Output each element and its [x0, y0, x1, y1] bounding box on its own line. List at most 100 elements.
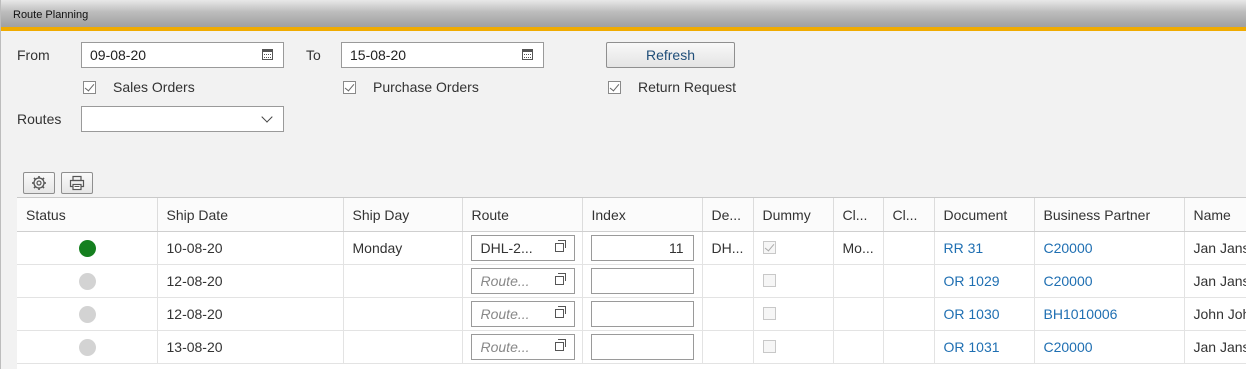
sales-orders-checkbox[interactable]: [83, 81, 96, 94]
cl-1-cell: [833, 297, 884, 331]
status-grey-icon: [79, 305, 96, 323]
ship-date-cell: 12-08-20: [157, 264, 344, 298]
printer-icon: [69, 175, 85, 191]
table-row[interactable]: 10-08-20 Monday DHL-2... 11 DH... Mo... …: [17, 231, 1246, 265]
calendar-icon[interactable]: [262, 49, 273, 60]
dummy-cell: [753, 231, 834, 265]
col-dummy[interactable]: Dummy: [753, 198, 834, 232]
status-grey-icon: [79, 272, 96, 290]
from-date-field[interactable]: 09-08-20: [81, 42, 284, 68]
return-request-checkbox[interactable]: [608, 81, 621, 94]
dummy-checkbox[interactable]: [762, 241, 776, 254]
col-index[interactable]: Index: [582, 198, 703, 232]
document-link[interactable]: OR 1029: [934, 264, 1035, 298]
title-bar: Route Planning: [1, 0, 1246, 31]
settings-button[interactable]: [23, 172, 55, 194]
document-link[interactable]: OR 1030: [934, 297, 1035, 331]
route-cell: Route...: [462, 297, 583, 331]
index-input[interactable]: 11: [590, 235, 694, 261]
route-grid: Status Ship Date Ship Day Route Index De…: [17, 197, 1246, 370]
route-placeholder: Route...: [480, 339, 530, 355]
route-cell: Route...: [462, 330, 583, 364]
dummy-checkbox[interactable]: [762, 340, 776, 353]
route-placeholder: Route...: [480, 306, 530, 322]
link-arrow-icon[interactable]: [554, 240, 566, 252]
de-cell: [702, 297, 754, 331]
status-cell: [17, 330, 158, 364]
index-cell: [582, 264, 703, 298]
route-input[interactable]: DHL-2...: [470, 235, 575, 261]
index-input[interactable]: [590, 268, 694, 294]
index-input[interactable]: [590, 334, 694, 360]
table-row[interactable]: 13-08-20 Route... OR 1031 C20000 Jan Jan…: [17, 330, 1246, 364]
link-arrow-icon[interactable]: [554, 306, 566, 318]
col-cl-2[interactable]: Cl...: [883, 198, 935, 232]
status-grey-icon: [79, 338, 96, 356]
business-partner-link[interactable]: BH1010006: [1034, 297, 1185, 331]
routes-label: Routes: [17, 111, 62, 127]
grid-header-row: Status Ship Date Ship Day Route Index De…: [17, 198, 1246, 232]
cl-1-cell: [833, 264, 884, 298]
from-date-value: 09-08-20: [90, 47, 147, 63]
col-route[interactable]: Route: [462, 198, 583, 232]
link-arrow-icon[interactable]: [554, 339, 566, 351]
col-status[interactable]: Status: [17, 198, 158, 232]
return-request-label: Return Request: [638, 79, 737, 95]
col-document[interactable]: Document: [934, 198, 1035, 232]
route-input[interactable]: Route...: [470, 334, 575, 360]
name-cell: Jan Jansen: [1184, 231, 1246, 265]
sales-orders-label: Sales Orders: [113, 79, 195, 95]
window-title: Route Planning: [13, 9, 89, 21]
index-value: 11: [668, 240, 684, 256]
de-cell: [702, 330, 754, 364]
table-row[interactable]: 12-08-20 Route... OR 1030 BH1010006 John…: [17, 297, 1246, 331]
dummy-cell: [753, 297, 834, 331]
to-date-field[interactable]: 15-08-20: [341, 42, 544, 68]
business-partner-link[interactable]: C20000: [1034, 330, 1185, 364]
calendar-icon[interactable]: [522, 49, 533, 60]
col-cl-1[interactable]: Cl...: [833, 198, 884, 232]
ship-date-cell: 12-08-20: [157, 297, 344, 331]
route-value: DHL-2...: [480, 240, 533, 256]
ship-day-cell: Monday: [343, 231, 463, 265]
route-cell: DHL-2...: [462, 231, 583, 265]
link-arrow-icon[interactable]: [554, 273, 566, 285]
dummy-cell: [753, 330, 834, 364]
status-cell: [17, 231, 158, 265]
col-de[interactable]: De...: [702, 198, 754, 232]
business-partner-link[interactable]: C20000: [1034, 231, 1185, 265]
index-cell: 11: [582, 231, 703, 265]
routes-dropdown[interactable]: [81, 106, 284, 132]
purchase-orders-checkbox[interactable]: [343, 81, 356, 94]
gear-icon: [32, 176, 46, 190]
cl-2-cell: [883, 330, 935, 364]
col-ship-day[interactable]: Ship Day: [343, 198, 463, 232]
purchase-orders-label: Purchase Orders: [373, 79, 479, 95]
cl-2-cell: [883, 264, 935, 298]
de-cell: [702, 264, 754, 298]
col-name[interactable]: Name: [1184, 198, 1246, 232]
de-cell: DH...: [702, 231, 754, 265]
document-link[interactable]: OR 1031: [934, 330, 1035, 364]
route-input[interactable]: Route...: [470, 301, 575, 327]
to-label: To: [306, 47, 321, 63]
route-table: Status Ship Date Ship Day Route Index De…: [17, 198, 1246, 364]
index-input[interactable]: [590, 301, 694, 327]
dummy-cell: [753, 264, 834, 298]
name-cell: John Johnson: [1184, 297, 1246, 331]
col-business-partner[interactable]: Business Partner: [1034, 198, 1185, 232]
cl-1-cell: [833, 330, 884, 364]
ship-date-cell: 13-08-20: [157, 330, 344, 364]
document-link[interactable]: RR 31: [934, 231, 1035, 265]
dummy-checkbox[interactable]: [762, 307, 776, 320]
dummy-checkbox[interactable]: [762, 274, 776, 287]
route-input[interactable]: Route...: [470, 268, 575, 294]
col-ship-date[interactable]: Ship Date: [157, 198, 344, 232]
table-row[interactable]: 12-08-20 Route... OR 1029 C20000 Jan Jan…: [17, 264, 1246, 298]
cl-2-cell: [883, 231, 935, 265]
name-cell: Jan Jansen: [1184, 264, 1246, 298]
refresh-button[interactable]: Refresh: [606, 42, 735, 68]
to-date-value: 15-08-20: [350, 47, 407, 63]
business-partner-link[interactable]: C20000: [1034, 264, 1185, 298]
print-button[interactable]: [61, 172, 93, 194]
